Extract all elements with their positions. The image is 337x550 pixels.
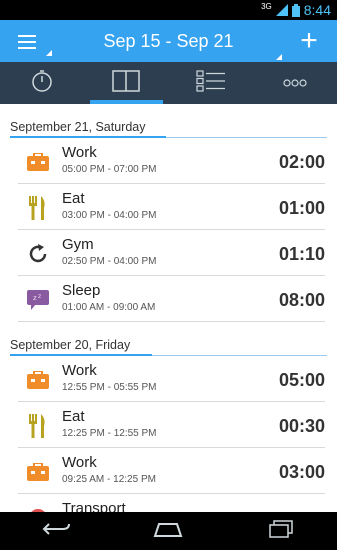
briefcase-icon [26, 460, 50, 484]
entry-duration: 05:00 [278, 370, 325, 390]
system-nav-bar [0, 512, 337, 550]
entry-name: Eat [62, 190, 85, 207]
entry-duration: 00:30 [278, 416, 325, 436]
svg-text:z: z [38, 293, 41, 300]
section-header: September 20, Friday [0, 322, 337, 356]
entry-name: Work [62, 362, 97, 379]
entry-time: 05:00 PM - 07:00 PM [62, 164, 157, 175]
recent-apps-icon [268, 519, 294, 543]
home-button[interactable] [138, 512, 198, 550]
list-item[interactable]: Eat 03:00 PM - 04:00 PM 01:00 [18, 184, 325, 230]
list-icon [196, 69, 226, 97]
list-item[interactable]: Work 05:00 PM - 07:00 PM 02:00 [18, 138, 325, 184]
tab-list[interactable] [169, 62, 253, 104]
add-button[interactable]: + [289, 24, 329, 58]
back-button[interactable] [26, 512, 86, 550]
section-date: September 21, Saturday [10, 120, 146, 134]
entry-duration: 03:00 [278, 462, 325, 482]
entry-name: Work [62, 454, 97, 471]
home-icon [153, 521, 183, 542]
fork-knife-icon [26, 414, 50, 438]
list-item[interactable]: Eat 12:25 PM - 12:55 PM 00:30 [18, 402, 325, 448]
entry-duration: 01:00 [278, 198, 325, 218]
tab-log[interactable] [84, 62, 168, 104]
list-item[interactable]: zz Sleep 01:00 AM - 09:00 AM 08:00 [18, 276, 325, 322]
entry-duration: 01:10 [278, 244, 325, 264]
more-icon [283, 74, 307, 92]
dropdown-corner-icon [276, 54, 282, 60]
entry-time: 12:25 PM - 12:55 PM [62, 428, 157, 439]
section-date: September 20, Friday [10, 338, 131, 352]
plus-icon: + [300, 24, 318, 57]
entry-name: Sleep [62, 282, 101, 299]
entry-name: Work [62, 144, 97, 161]
section-header: September 21, Saturday [0, 104, 337, 138]
stopwatch-icon [30, 69, 54, 98]
back-icon [41, 521, 71, 542]
dropdown-corner-icon [46, 50, 52, 56]
signal-icon [275, 4, 288, 16]
app-bar: Sep 15 - Sep 21 + [0, 20, 337, 62]
date-range-title[interactable]: Sep 15 - Sep 21 [103, 31, 233, 52]
list-item[interactable]: Transport [18, 494, 325, 512]
clock: 8:44 [303, 2, 331, 18]
entry-time: 12:55 PM - 05:55 PM [62, 382, 157, 393]
tab-timer[interactable] [0, 62, 84, 104]
entry-name: Transport [62, 500, 126, 512]
entry-time: 02:50 PM - 04:00 PM [62, 256, 157, 267]
entry-duration: 08:00 [278, 290, 325, 310]
menu-icon [18, 31, 36, 53]
entry-time: 03:00 PM - 04:00 PM [62, 210, 157, 221]
battery-icon [291, 3, 300, 17]
briefcase-icon [26, 150, 50, 174]
list-item[interactable]: Work 12:55 PM - 05:55 PM 05:00 [18, 356, 325, 402]
refresh-icon [26, 242, 50, 266]
entry-name: Gym [62, 236, 94, 253]
entry-time: 09:25 AM - 12:25 PM [62, 474, 156, 485]
recent-apps-button[interactable] [251, 512, 311, 550]
list-item[interactable]: Work 09:25 AM - 12:25 PM 03:00 [18, 448, 325, 494]
svg-text:z: z [33, 294, 37, 302]
tab-bar [0, 62, 337, 104]
entry-time: 01:00 AM - 09:00 AM [62, 302, 156, 313]
list-item[interactable]: Gym 02:50 PM - 04:00 PM 01:10 [18, 230, 325, 276]
entry-name: Eat [62, 408, 85, 425]
entry-duration: 02:00 [278, 152, 325, 172]
sleep-bubble-icon: zz [26, 288, 50, 312]
fork-knife-icon [26, 196, 50, 220]
status-bar: 3G 8:44 [0, 0, 337, 20]
tab-more[interactable] [253, 62, 337, 104]
menu-button[interactable] [8, 26, 52, 58]
entry-list[interactable]: September 21, Saturday Work 05:00 PM - 0… [0, 104, 337, 512]
book-icon [112, 69, 141, 97]
briefcase-icon [26, 368, 50, 392]
network-type: 3G [261, 1, 272, 11]
